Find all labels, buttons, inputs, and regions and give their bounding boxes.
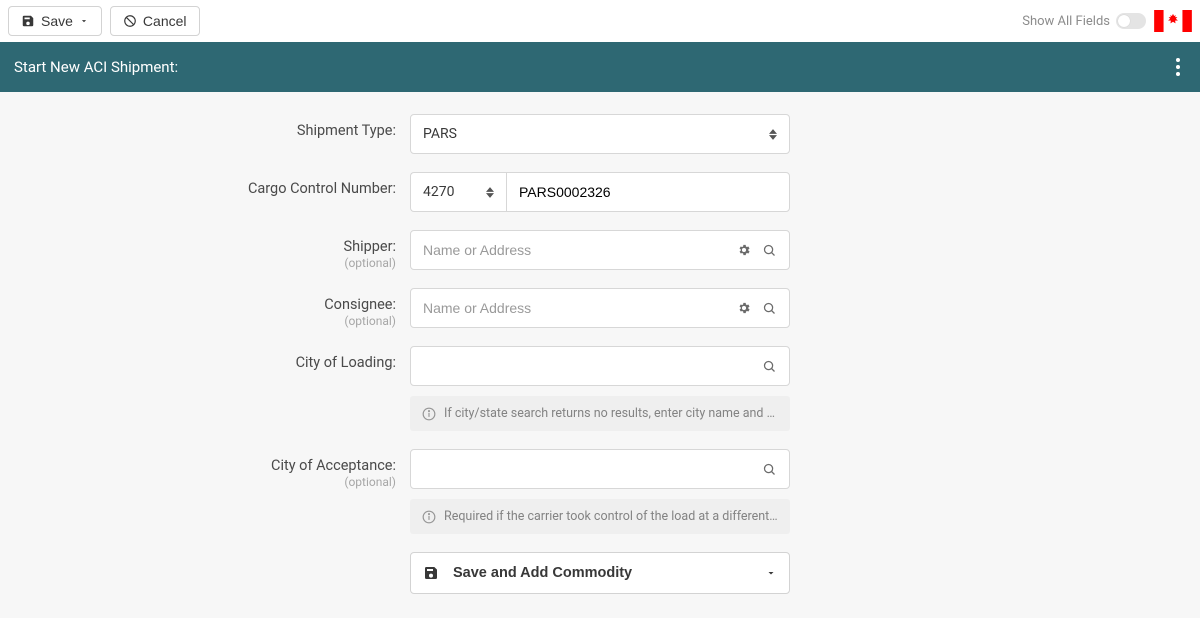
- city-acceptance-hint: Required if the carrier took control of …: [410, 499, 790, 534]
- city-acceptance-label: City of Acceptance: (optional): [10, 449, 410, 489]
- section-header: Start New ACI Shipment:: [0, 42, 1200, 92]
- consignee-input[interactable]: [410, 288, 790, 328]
- toolbar: Save Cancel Show All Fields: [0, 0, 1200, 42]
- shipper-label: Shipper: (optional): [10, 230, 410, 270]
- search-icon[interactable]: [762, 462, 777, 477]
- shipment-type-label: Shipment Type:: [10, 114, 410, 139]
- city-loading-label: City of Loading:: [10, 346, 410, 371]
- action-label: Save and Add Commodity: [453, 565, 632, 581]
- show-all-label: Show All Fields: [1022, 14, 1110, 29]
- search-icon[interactable]: [762, 359, 777, 374]
- city-acceptance-field[interactable]: [423, 461, 762, 477]
- cancel-button[interactable]: Cancel: [110, 6, 200, 36]
- show-all-toggle[interactable]: [1116, 13, 1146, 29]
- ccn-prefix-value: 4270: [423, 184, 486, 200]
- save-label: Save: [41, 13, 73, 29]
- ccn-field[interactable]: [519, 184, 777, 200]
- canada-flag-icon: [1154, 10, 1192, 32]
- ccn-input[interactable]: [506, 172, 790, 212]
- consignee-field[interactable]: [423, 300, 736, 316]
- save-button[interactable]: Save: [8, 6, 102, 36]
- stepper-icon: [769, 129, 777, 140]
- shipper-input[interactable]: [410, 230, 790, 270]
- save-add-commodity-button[interactable]: Save and Add Commodity: [410, 552, 790, 594]
- kebab-menu[interactable]: [1170, 54, 1186, 80]
- search-icon[interactable]: [762, 301, 777, 316]
- page-title: Start New ACI Shipment:: [14, 58, 178, 76]
- city-loading-hint: If city/state search returns no results,…: [410, 396, 790, 431]
- city-loading-input[interactable]: [410, 346, 790, 386]
- stepper-icon: [486, 187, 494, 198]
- info-icon: [422, 407, 436, 421]
- show-all-fields: Show All Fields: [1022, 13, 1146, 29]
- chevron-down-icon: [765, 567, 777, 579]
- shipper-field[interactable]: [423, 242, 736, 258]
- toggle-knob: [1118, 15, 1130, 27]
- city-loading-field[interactable]: [423, 358, 762, 374]
- consignee-label: Consignee: (optional): [10, 288, 410, 328]
- chevron-down-icon: [79, 16, 89, 26]
- cancel-label: Cancel: [143, 13, 187, 29]
- ccn-label: Cargo Control Number:: [10, 172, 410, 197]
- ccn-prefix-select[interactable]: 4270: [410, 172, 506, 212]
- city-acceptance-input[interactable]: [410, 449, 790, 489]
- form: Shipment Type: PARS Cargo Control Number…: [0, 92, 1200, 618]
- save-icon: [423, 565, 439, 581]
- search-icon[interactable]: [762, 243, 777, 258]
- info-icon: [422, 510, 436, 524]
- save-icon: [21, 14, 35, 28]
- shipment-type-value: PARS: [423, 126, 769, 142]
- shipment-type-select[interactable]: PARS: [410, 114, 790, 154]
- gear-icon[interactable]: [736, 301, 752, 315]
- cancel-icon: [123, 14, 137, 28]
- gear-icon[interactable]: [736, 243, 752, 257]
